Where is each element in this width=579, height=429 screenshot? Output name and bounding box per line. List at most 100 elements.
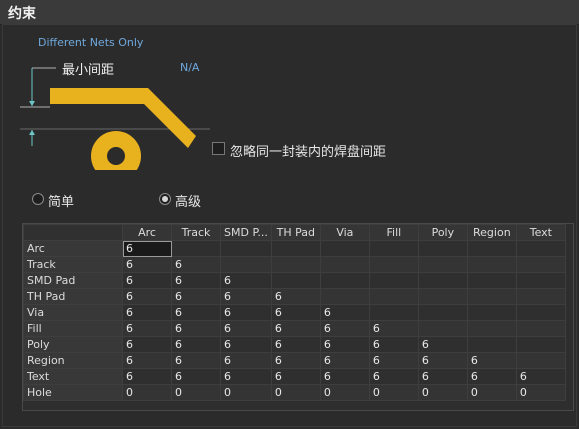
matrix-cell[interactable]: 6 <box>122 240 172 257</box>
matrix-cell[interactable] <box>368 288 419 305</box>
matrix-cell[interactable] <box>270 256 321 273</box>
section-title: 约束 <box>8 6 36 22</box>
matrix-cell[interactable] <box>368 304 419 321</box>
matrix-cell[interactable]: 6 <box>122 320 172 337</box>
matrix-cell[interactable]: 6 <box>220 272 272 289</box>
matrix-cell[interactable]: 6 <box>220 304 272 321</box>
matrix-row-header: Track <box>23 256 123 273</box>
matrix-cell[interactable]: 6 <box>270 336 321 353</box>
matrix-cell[interactable]: 6 <box>220 368 272 385</box>
matrix-cell[interactable] <box>368 272 419 289</box>
matrix-cell[interactable]: 6 <box>417 336 468 353</box>
matrix-cell[interactable] <box>515 336 566 353</box>
matrix-row: Track 6 6 <box>23 256 566 273</box>
matrix-cell[interactable]: 6 <box>319 304 370 321</box>
matrix-cell[interactable]: 6 <box>122 304 172 321</box>
matrix-cell[interactable]: 6 <box>122 288 172 305</box>
matrix-cell[interactable]: 0 <box>270 384 321 401</box>
matrix-cell[interactable]: 6 <box>466 368 517 385</box>
mode-simple-radio[interactable] <box>32 193 44 205</box>
matrix-cell[interactable] <box>220 240 272 257</box>
matrix-cell[interactable] <box>417 240 468 257</box>
matrix-cell[interactable]: 0 <box>417 384 468 401</box>
matrix-cell[interactable] <box>368 240 419 257</box>
matrix-cell[interactable]: 6 <box>171 320 221 337</box>
matrix-cell[interactable]: 6 <box>122 256 172 273</box>
matrix-cell[interactable] <box>319 240 370 257</box>
matrix-cell[interactable] <box>319 272 370 289</box>
matrix-cell[interactable] <box>515 240 566 257</box>
matrix-cell[interactable] <box>466 240 517 257</box>
matrix-cell[interactable] <box>417 256 468 273</box>
matrix-cell[interactable]: 6 <box>319 368 370 385</box>
matrix-cell[interactable]: 6 <box>122 336 172 353</box>
matrix-cell[interactable] <box>417 288 468 305</box>
matrix-cell[interactable] <box>515 272 566 289</box>
matrix-cell[interactable] <box>466 336 517 353</box>
matrix-cell[interactable] <box>417 272 468 289</box>
matrix-cell[interactable] <box>515 320 566 337</box>
matrix-cell[interactable]: 0 <box>220 384 272 401</box>
clearance-matrix: Arc Track SMD P... TH Pad Via Fill Poly Region T… <box>22 223 574 411</box>
matrix-cell[interactable] <box>270 240 321 257</box>
matrix-cell[interactable] <box>466 272 517 289</box>
matrix-cell[interactable] <box>515 288 566 305</box>
mode-advanced-radio[interactable] <box>159 193 171 205</box>
matrix-cell[interactable]: 6 <box>417 352 468 369</box>
matrix-cell[interactable]: 6 <box>171 304 221 321</box>
matrix-cell[interactable]: 6 <box>171 288 221 305</box>
matrix-cell[interactable] <box>319 288 370 305</box>
matrix-cell[interactable]: 6 <box>270 288 321 305</box>
matrix-cell[interactable] <box>466 320 517 337</box>
matrix-cell[interactable]: 0 <box>515 384 566 401</box>
matrix-cell[interactable] <box>368 256 419 273</box>
matrix-cell[interactable]: 6 <box>515 368 566 385</box>
matrix-cell[interactable] <box>417 304 468 321</box>
matrix-cell[interactable]: 6 <box>122 352 172 369</box>
matrix-cell[interactable]: 6 <box>122 272 172 289</box>
matrix-cell[interactable]: 6 <box>171 256 221 273</box>
matrix-cell[interactable]: 6 <box>368 368 419 385</box>
matrix-row-header: TH Pad <box>23 288 123 305</box>
matrix-cell[interactable] <box>466 256 517 273</box>
matrix-cell[interactable]: 6 <box>171 336 221 353</box>
matrix-cell[interactable]: 6 <box>368 336 419 353</box>
matrix-cell[interactable]: 6 <box>319 352 370 369</box>
matrix-cell[interactable]: 6 <box>319 320 370 337</box>
matrix-cell[interactable]: 6 <box>220 352 272 369</box>
matrix-cell[interactable]: 6 <box>122 368 172 385</box>
matrix-cell[interactable] <box>466 304 517 321</box>
matrix-cell[interactable]: 0 <box>122 384 172 401</box>
matrix-cell[interactable] <box>515 256 566 273</box>
matrix-cell[interactable]: 0 <box>319 384 370 401</box>
matrix-cell[interactable]: 6 <box>466 352 517 369</box>
matrix-cell[interactable] <box>171 240 221 257</box>
matrix-cell[interactable] <box>270 272 321 289</box>
matrix-cell[interactable]: 6 <box>270 320 321 337</box>
matrix-cell[interactable] <box>515 352 566 369</box>
matrix-cell[interactable] <box>319 256 370 273</box>
matrix-cell[interactable]: 6 <box>220 320 272 337</box>
matrix-cell[interactable] <box>466 288 517 305</box>
ignore-same-footprint-checkbox[interactable] <box>212 142 225 155</box>
matrix-cell[interactable]: 6 <box>171 272 221 289</box>
matrix-cell[interactable]: 0 <box>171 384 221 401</box>
matrix-cell[interactable]: 0 <box>368 384 419 401</box>
matrix-cell[interactable] <box>515 304 566 321</box>
matrix-cell[interactable]: 6 <box>319 336 370 353</box>
matrix-cell[interactable] <box>220 256 272 273</box>
matrix-cell[interactable]: 6 <box>220 288 272 305</box>
matrix-cell[interactable]: 6 <box>171 352 221 369</box>
matrix-column-header: Text <box>515 224 566 241</box>
matrix-cell[interactable]: 6 <box>270 352 321 369</box>
matrix-cell[interactable]: 6 <box>270 368 321 385</box>
matrix-cell[interactable]: 6 <box>171 368 221 385</box>
matrix-cell[interactable]: 6 <box>368 320 419 337</box>
matrix-cell[interactable]: 6 <box>270 304 321 321</box>
matrix-cell[interactable]: 6 <box>417 368 468 385</box>
matrix-cell[interactable] <box>417 320 468 337</box>
mode-advanced-label: 高级 <box>175 195 202 210</box>
matrix-cell[interactable]: 0 <box>466 384 517 401</box>
matrix-cell[interactable]: 6 <box>220 336 272 353</box>
matrix-cell[interactable]: 6 <box>368 352 419 369</box>
